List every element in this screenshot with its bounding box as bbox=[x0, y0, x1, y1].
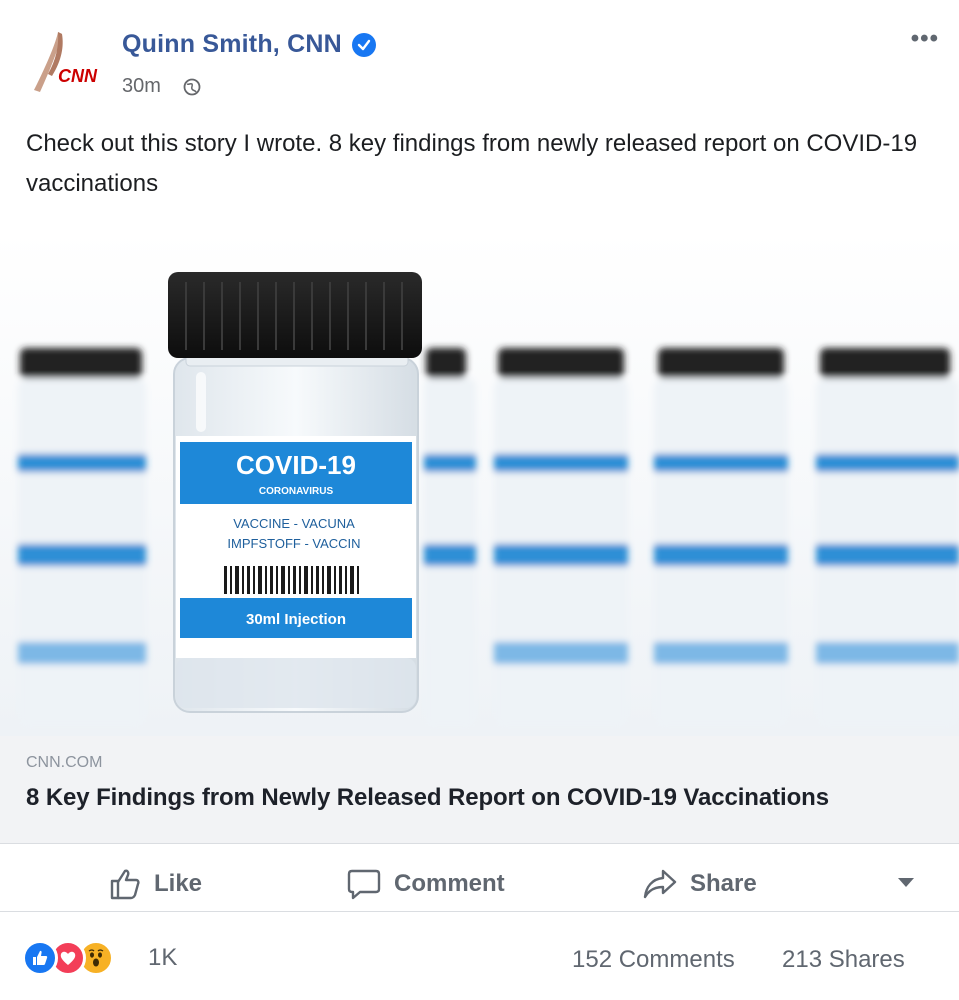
like-label: Like bbox=[154, 870, 203, 897]
globe-icon[interactable] bbox=[183, 78, 201, 96]
vial-label-line1: VACCINE - VACUNA bbox=[233, 516, 355, 531]
post-image[interactable]: COVID-19 CORONAVIRUS VACCINE - VACUNA IM… bbox=[0, 232, 959, 736]
comment-icon bbox=[346, 867, 382, 901]
share-arrow-icon bbox=[642, 867, 678, 901]
reaction-icons[interactable] bbox=[22, 940, 142, 976]
verified-badge-icon bbox=[351, 32, 376, 57]
thumbs-up-icon bbox=[108, 867, 142, 901]
link-domain: CNN.COM bbox=[26, 754, 103, 771]
comment-button[interactable]: Comment bbox=[346, 864, 505, 904]
vial-label-title: COVID-19 bbox=[236, 450, 356, 480]
author-line: Quinn Smith, CNN bbox=[122, 30, 376, 59]
comment-label: Comment bbox=[394, 870, 505, 897]
avatar[interactable]: CNN bbox=[22, 24, 100, 102]
post-timestamp[interactable]: 30m bbox=[122, 75, 161, 98]
reaction-summary: 1K 152 Comments 213 Shares bbox=[0, 928, 959, 994]
chevron-down-icon[interactable] bbox=[898, 878, 914, 887]
post-text: Check out this story I wrote. 8 key find… bbox=[26, 130, 918, 197]
share-count[interactable]: 213 Shares bbox=[782, 946, 905, 974]
post-header: CNN Quinn Smith, CNN 30m ••• bbox=[0, 0, 959, 115]
share-button[interactable]: Share bbox=[642, 864, 757, 904]
author-name[interactable]: Quinn Smith, CNN bbox=[122, 30, 342, 59]
avatar-logo-text: CNN bbox=[58, 66, 98, 86]
more-options-icon[interactable]: ••• bbox=[911, 27, 939, 51]
share-label: Share bbox=[690, 870, 757, 897]
link-title[interactable]: 8 Key Findings from Newly Released Repor… bbox=[26, 784, 829, 812]
reaction-count[interactable]: 1K bbox=[148, 944, 177, 972]
foreground-vial: COVID-19 CORONAVIRUS VACCINE - VACUNA IM… bbox=[168, 272, 422, 713]
action-bar: Like Comment Share bbox=[0, 856, 959, 912]
vial-label-dose: 30ml Injection bbox=[246, 611, 346, 628]
link-preview[interactable]: CNN.COM 8 Key Findings from Newly Releas… bbox=[0, 736, 959, 844]
like-reaction-icon bbox=[22, 940, 58, 976]
post-meta: 30m bbox=[122, 75, 201, 98]
comment-count[interactable]: 152 Comments bbox=[572, 946, 735, 974]
like-button[interactable]: Like bbox=[108, 864, 202, 904]
vial-label-line2: IMPFSTOFF - VACCIN bbox=[227, 536, 360, 551]
vial-label-subtitle: CORONAVIRUS bbox=[259, 486, 334, 497]
facebook-post: CNN Quinn Smith, CNN 30m ••• Check out t… bbox=[0, 0, 959, 1000]
